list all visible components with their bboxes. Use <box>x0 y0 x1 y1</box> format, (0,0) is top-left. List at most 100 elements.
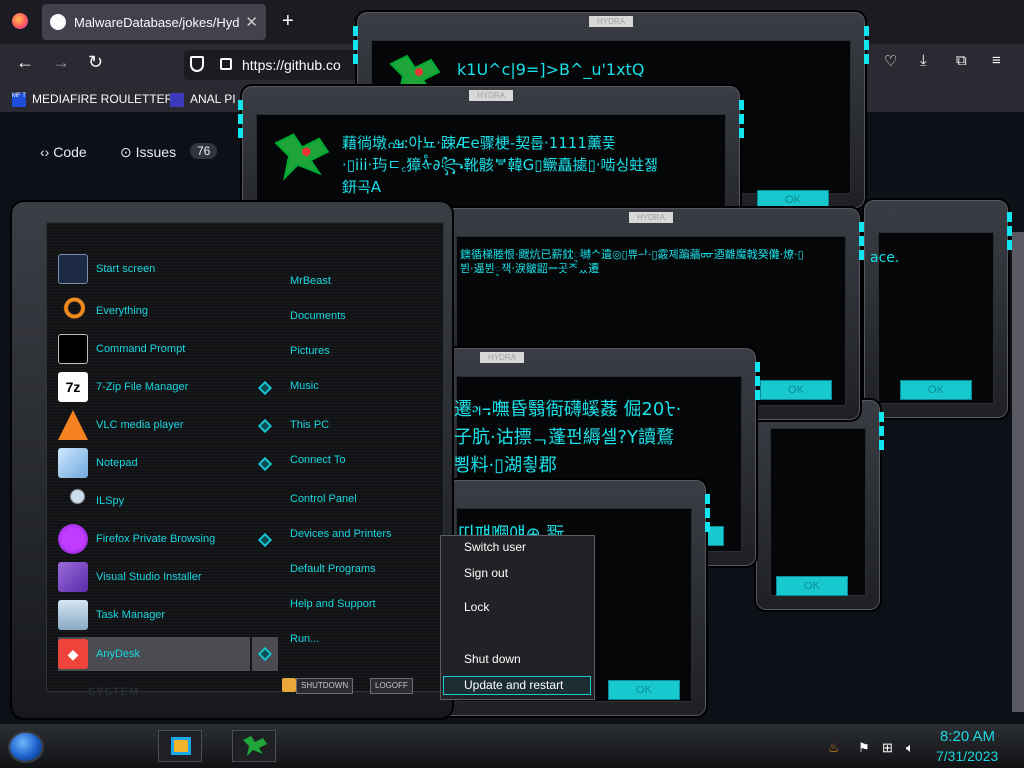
network-tray-icon[interactable]: ⊞ <box>882 740 893 756</box>
taskbar <box>0 724 1024 768</box>
switch-user-item[interactable]: Switch user <box>464 540 526 554</box>
folder-icon <box>171 737 191 755</box>
java-tray-icon[interactable]: ♨ <box>828 740 840 756</box>
place-devices-and-printers[interactable]: Devices and Printers <box>290 528 392 540</box>
anydesk-icon: ◆ <box>58 639 88 669</box>
program-label: 7-Zip File Manager <box>96 381 189 393</box>
issues-count-badge: 76 <box>190 143 218 159</box>
hydra-message: 遷ᤆ꓾嘸昏翳衙礴螇葌 倔20ᡶ· 子肮·诂摽ᆨ蓬펀縟셀?Y讀鶩 뾩料·▯湖쵷郡 <box>454 399 682 476</box>
issues-tab-label: Issues <box>135 144 177 160</box>
logoff-button[interactable]: LOGOFF <box>370 678 413 694</box>
bookmark-mediafire[interactable]: MF T MEDIAFIRE ROULETTER <box>12 86 173 112</box>
forward-icon[interactable]: → <box>52 52 70 73</box>
program-command-prompt[interactable]: Command Prompt <box>58 331 276 367</box>
code-tab-label: Code <box>53 144 87 160</box>
firefox-private-icon <box>58 524 88 554</box>
program-label: VLC media player <box>96 419 184 431</box>
rayquaza-icon <box>274 133 330 181</box>
hydra-ok-button[interactable]: OK <box>608 680 680 700</box>
program-start-screen[interactable]: Start screen <box>58 251 276 287</box>
place-connect-to[interactable]: Connect To <box>290 454 345 466</box>
mediafire-icon: MF T <box>12 92 26 107</box>
place-control-panel[interactable]: Control Panel <box>290 493 357 505</box>
cmd-icon <box>58 334 88 364</box>
program-label: Notepad <box>96 457 138 469</box>
program-label: Command Prompt <box>96 343 186 355</box>
taskbar-app-folder[interactable] <box>158 730 202 762</box>
place-run[interactable]: Run... <box>290 633 319 645</box>
flag-tray-icon[interactable]: ⚑ <box>858 740 870 756</box>
shutdown-button[interactable]: SHUTDOWN <box>296 678 354 694</box>
place-default-programs[interactable]: Default Programs <box>290 563 376 575</box>
program-label: Everything <box>96 305 148 317</box>
power-icon[interactable] <box>282 678 296 692</box>
volume-tray-icon[interactable]: 🔈︎ <box>906 740 914 756</box>
downloads-icon[interactable]: ⤓ <box>920 52 927 69</box>
back-icon[interactable]: ← <box>16 52 34 73</box>
program-label: Start screen <box>96 263 156 275</box>
hydra-ok-button[interactable]: OK <box>776 576 848 596</box>
magnifier-icon <box>58 296 88 326</box>
bookmark-icon <box>170 92 184 107</box>
lock-icon[interactable] <box>220 58 232 70</box>
place-pictures[interactable]: Pictures <box>290 345 330 357</box>
taskbar-app-hydra[interactable] <box>232 730 276 762</box>
start-orb-icon[interactable] <box>8 731 44 763</box>
rayquaza-icon <box>243 736 267 756</box>
hydra-message: 藉徜墩ഷ:아뇨·踈Æe骤梗-契룹·1111薰픛 ·▯iii·玙ㄷ꜀獐ᢤ∂꧂靴骸ᄫ… <box>342 134 659 196</box>
program-task-manager[interactable]: Task Manager <box>58 597 276 633</box>
place-mrbeast[interactable]: MrBeast <box>290 275 331 287</box>
lock-item[interactable]: Lock <box>464 600 489 614</box>
place-help-and-support[interactable]: Help and Support <box>290 598 376 610</box>
program-vs-installer[interactable]: Visual Studio Installer <box>58 559 276 595</box>
vlc-cone-icon <box>58 410 88 440</box>
program-label: Task Manager <box>96 609 166 621</box>
program-vlc[interactable]: VLC media player <box>58 407 276 443</box>
7zip-icon: 7z <box>58 372 88 402</box>
extensions-icon[interactable]: ⧉ <box>956 52 967 69</box>
program-label: AnyDesk <box>96 648 141 660</box>
program-everything[interactable]: Everything <box>58 293 276 329</box>
hydra-title: HYDRA <box>479 352 525 363</box>
start-screen-icon <box>58 254 88 284</box>
hydra-window-2[interactable]: ace. OK <box>862 198 1012 420</box>
hydra-title: HYDRA <box>628 212 674 223</box>
clock-date[interactable]: 7/31/2023 <box>936 748 998 764</box>
pocket-icon[interactable]: ♡ <box>884 52 897 70</box>
program-label: ILSpy <box>96 495 125 507</box>
hydra-ok-button[interactable]: OK <box>900 380 972 400</box>
program-label: Visual Studio Installer <box>96 571 202 583</box>
system-label: SYSTEM <box>88 686 140 698</box>
hydra-message: ace. <box>870 250 900 266</box>
new-tab-button[interactable]: + <box>282 10 294 33</box>
hydra-window-3[interactable]: OK <box>754 398 884 612</box>
code-tab[interactable]: ‹› Code <box>40 144 87 160</box>
place-music[interactable]: Music <box>290 380 319 392</box>
program-anydesk[interactable]: ◆ AnyDesk <box>58 636 276 672</box>
browser-tab[interactable]: MalwareDatabase/jokes/Hydra ✕ <box>42 4 266 40</box>
place-this-pc[interactable]: This PC <box>290 419 329 431</box>
program-ilspy[interactable]: ILSpy <box>58 483 276 519</box>
notepad-icon <box>58 448 88 478</box>
page-scrollbar[interactable] <box>1012 232 1024 712</box>
clock-time[interactable]: 8:20 AM <box>940 728 995 745</box>
task-manager-icon <box>58 600 88 630</box>
program-7zip[interactable]: 7z 7-Zip File Manager <box>58 369 276 405</box>
hydra-ok-button[interactable]: OK <box>760 380 832 400</box>
shut-down-item[interactable]: Shut down <box>464 652 521 666</box>
hamburger-menu-icon[interactable]: ≡ <box>992 52 1001 69</box>
program-firefox-private[interactable]: Firefox Private Browsing <box>58 521 276 557</box>
program-notepad[interactable]: Notepad <box>58 445 276 481</box>
hydra-title: HYDRA <box>468 90 514 101</box>
url-bar[interactable]: https://github.co <box>184 50 364 80</box>
tab-close-icon[interactable]: ✕ <box>245 13 258 31</box>
place-documents[interactable]: Documents <box>290 310 346 322</box>
program-label: Firefox Private Browsing <box>96 533 216 545</box>
tracking-shield-icon[interactable] <box>190 56 204 72</box>
reload-icon[interactable]: ↻ <box>88 52 103 73</box>
update-and-restart-item[interactable]: Update and restart <box>464 678 563 692</box>
firefox-menu-icon[interactable] <box>12 13 28 29</box>
bookmark-anal[interactable]: ANAL PI <box>170 86 236 112</box>
sign-out-item[interactable]: Sign out <box>464 566 508 580</box>
issues-tab[interactable]: ⊙ Issues <box>120 144 176 161</box>
